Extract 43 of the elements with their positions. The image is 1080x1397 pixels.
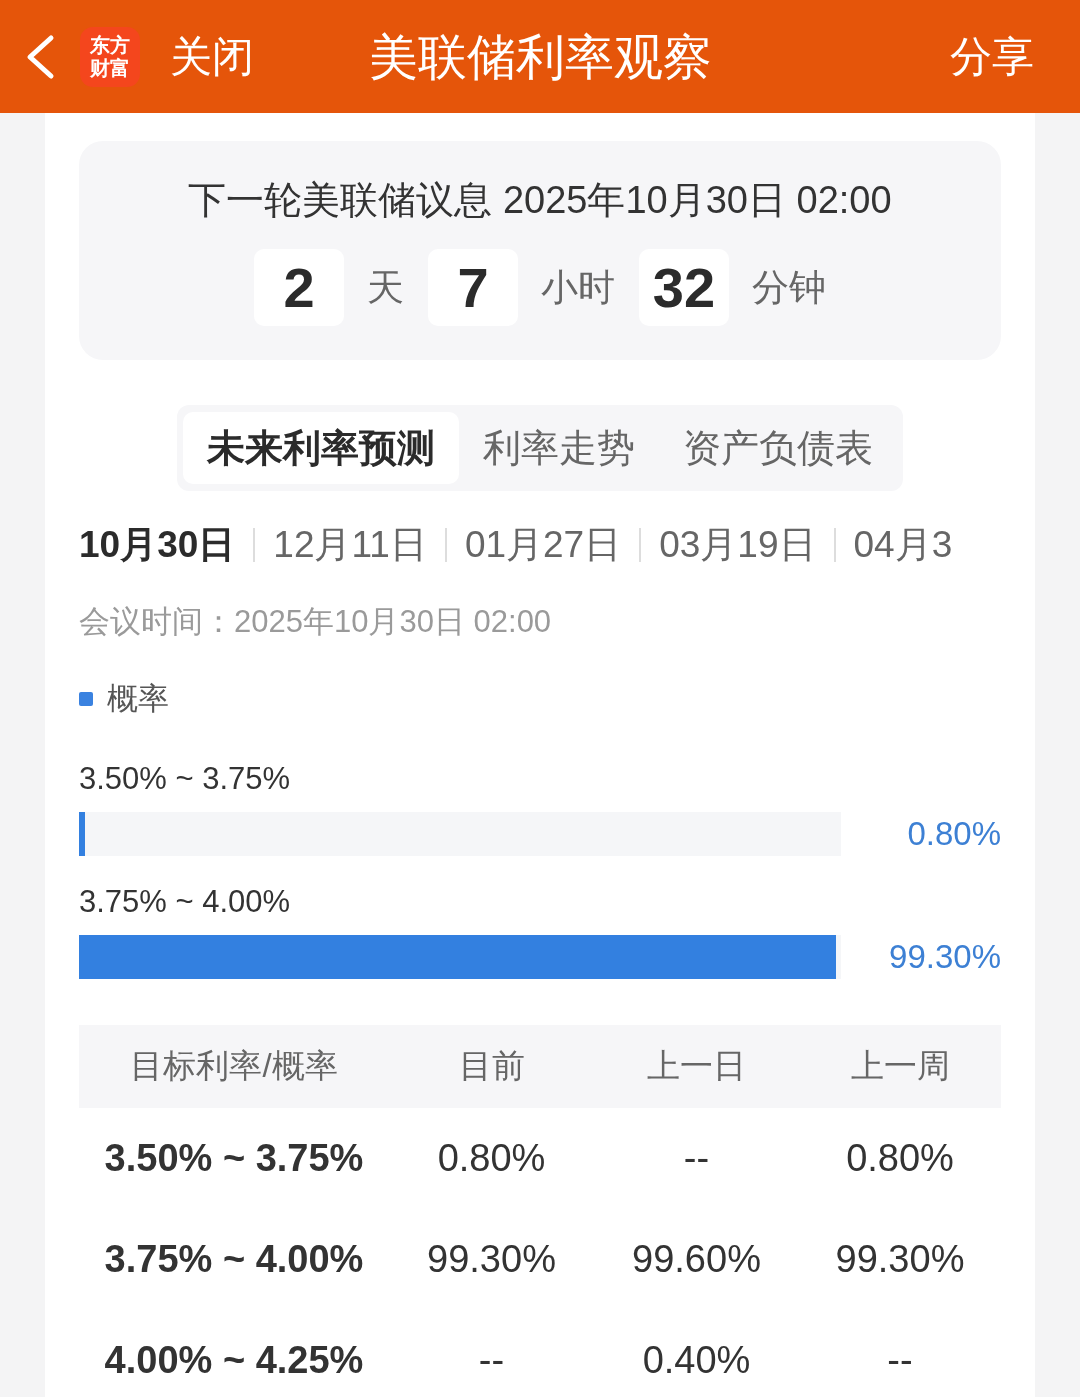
- meeting-date-tab[interactable]: 03月19日: [659, 522, 816, 568]
- table-cell: 3.50% ~ 3.75%: [104, 1137, 364, 1180]
- tab[interactable]: 未来利率预测: [183, 412, 459, 484]
- column-header: 目标利率/概率: [129, 1046, 339, 1086]
- tab[interactable]: 利率走势: [459, 412, 659, 484]
- countdown-number: 7: [428, 249, 518, 326]
- meeting-date-tab[interactable]: 10月30日: [79, 522, 236, 568]
- column-header: 目前: [457, 1046, 526, 1086]
- meeting-date-tab[interactable]: 12月11日: [273, 522, 427, 568]
- table-cell: --: [683, 1137, 710, 1180]
- countdown-unit: 小时: [541, 265, 615, 310]
- table-cell: 99.60%: [632, 1238, 761, 1281]
- table-cell: 0.80%: [437, 1137, 546, 1180]
- app-logo: 东方 财富: [80, 26, 140, 87]
- table-cell: --: [478, 1339, 505, 1382]
- meeting-time: 会议时间：2025年10月30日 02:00: [79, 603, 553, 641]
- close-button[interactable]: 关闭: [170, 28, 254, 85]
- countdown-number: 2: [254, 249, 344, 326]
- page-title: 美联储利率观察: [368, 28, 712, 86]
- table-cell: 0.40%: [642, 1339, 751, 1382]
- table-cell: 3.75% ~ 4.00%: [104, 1238, 364, 1281]
- table-cell: 4.00% ~ 4.25%: [104, 1339, 364, 1382]
- countdown-unit: 天: [367, 265, 404, 310]
- probability-value: 99.30%: [888, 938, 1001, 976]
- table-cell: --: [887, 1339, 913, 1382]
- tab[interactable]: 资产负债表: [659, 412, 897, 484]
- meeting-date-tab[interactable]: 01月27日: [464, 522, 622, 568]
- rate-range-label: 3.50% ~ 3.75%: [79, 760, 292, 798]
- countdown-number: 32: [639, 249, 729, 326]
- meeting-date-tab[interactable]: 04月3: [853, 522, 953, 568]
- legend-label: 概率: [107, 680, 169, 718]
- back-icon[interactable]: [25, 33, 55, 80]
- countdown-title: 下一轮美联储议息 2025年10月30日 02:00: [188, 178, 892, 223]
- table-cell: 99.30%: [427, 1238, 556, 1281]
- column-header: 上一日: [646, 1046, 747, 1086]
- table-cell: 0.80%: [846, 1137, 954, 1180]
- table-cell: 99.30%: [835, 1238, 965, 1281]
- probability-value: 0.80%: [906, 815, 1001, 853]
- column-header: 上一周: [849, 1046, 951, 1086]
- share-button[interactable]: 分享: [950, 28, 1034, 85]
- legend-swatch-icon: [79, 692, 93, 706]
- rate-range-label: 3.75% ~ 4.00%: [79, 883, 292, 921]
- countdown-unit: 分钟: [752, 265, 826, 310]
